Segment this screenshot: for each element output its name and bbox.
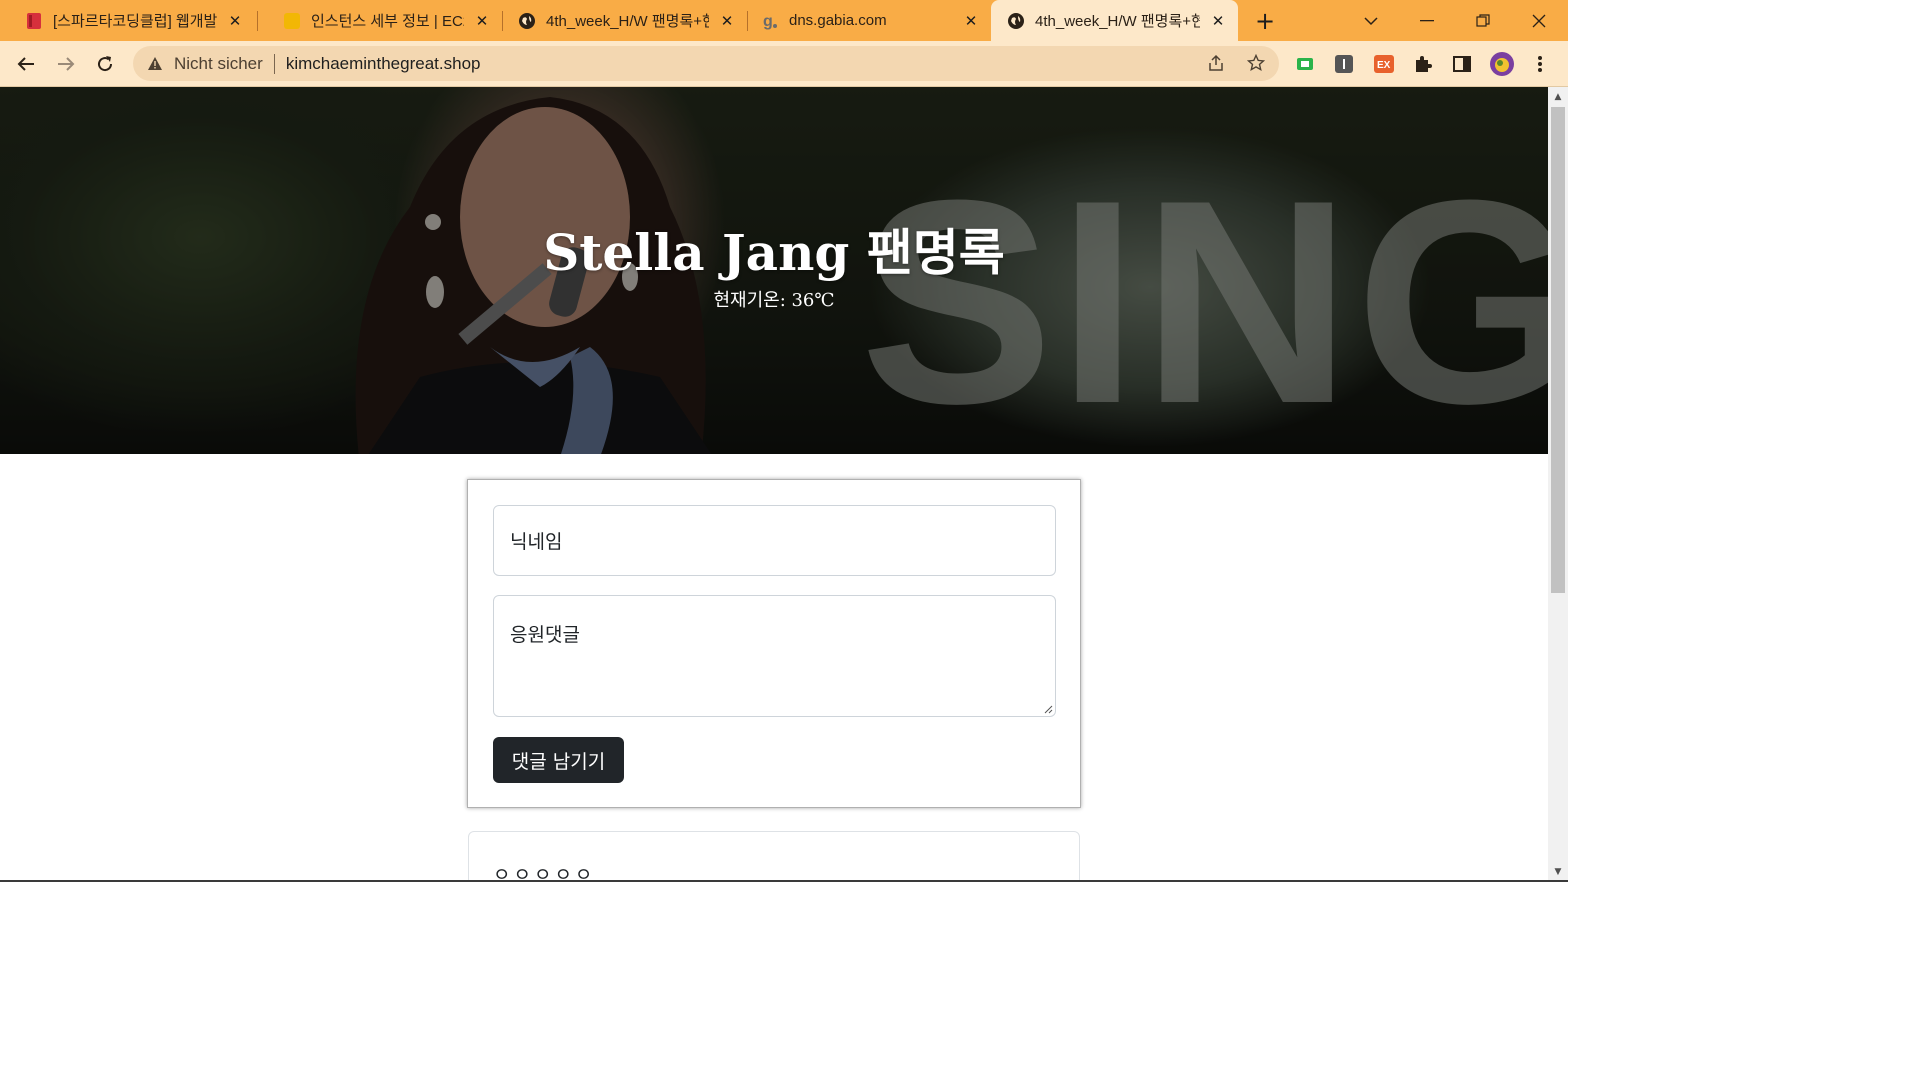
- extension-ex-icon[interactable]: EX: [1371, 51, 1397, 77]
- comment-textarea[interactable]: 응원댓글: [493, 595, 1056, 717]
- tab-title: [스파르타코딩클럽] 웹개발: [53, 13, 217, 30]
- close-icon[interactable]: ✕: [959, 9, 983, 33]
- tab-fanbook-1[interactable]: 4th_week_H/W 팬명록+현 ✕: [493, 0, 747, 41]
- close-icon[interactable]: ✕: [1206, 9, 1230, 33]
- address-bar[interactable]: Nicht sicher kimchaeminthegreat.shop: [133, 46, 1279, 81]
- scroll-down-icon[interactable]: ▼: [1548, 864, 1568, 880]
- bookmark-star-icon[interactable]: [1243, 50, 1269, 76]
- profile-avatar[interactable]: [1489, 51, 1515, 77]
- globe-icon: [1007, 12, 1025, 30]
- side-panel-icon[interactable]: [1449, 51, 1475, 77]
- forward-icon[interactable]: [51, 49, 81, 79]
- comment-placeholder: 응원댓글: [510, 624, 580, 646]
- globe-icon: [518, 12, 536, 30]
- hero-banner: SING Stella Jang 팬명록 현재기온: 36℃: [0, 87, 1548, 454]
- extensions-puzzle-icon[interactable]: [1410, 51, 1436, 77]
- tab-search-icon[interactable]: [1346, 0, 1396, 41]
- comment-author: ㅇㅇㅇㅇㅇ: [493, 864, 596, 882]
- aws-icon: [283, 12, 301, 30]
- temperature-text: 현재기온: 36℃: [713, 290, 835, 311]
- minimize-button[interactable]: [1402, 0, 1452, 41]
- close-window-button[interactable]: [1514, 0, 1564, 41]
- vertical-scrollbar[interactable]: ▲ ▼: [1548, 87, 1568, 882]
- nickname-input[interactable]: 닉네임: [493, 505, 1056, 576]
- url-text[interactable]: kimchaeminthegreat.shop: [286, 54, 481, 74]
- close-icon[interactable]: ✕: [470, 9, 494, 33]
- svg-text:EX: EX: [1377, 60, 1391, 71]
- scrollbar-thumb[interactable]: [1551, 107, 1565, 593]
- tab-title: 4th_week_H/W 팬명록+현: [546, 13, 709, 30]
- menu-kebab-icon[interactable]: [1527, 51, 1553, 77]
- browser-toolbar: Nicht sicher kimchaeminthegreat.shop EX: [0, 41, 1568, 87]
- share-icon[interactable]: [1203, 50, 1229, 76]
- tab-title: 인스턴스 세부 정보 | EC2: [311, 13, 464, 30]
- taskbar-edge: [0, 880, 1568, 882]
- new-tab-button[interactable]: +: [1251, 7, 1279, 35]
- submit-comment-button[interactable]: 댓글 남기기: [493, 737, 624, 783]
- comment-form: 닉네임 응원댓글 댓글 남기기: [467, 479, 1081, 808]
- restore-button[interactable]: [1458, 0, 1508, 41]
- gabia-icon: g: [761, 12, 779, 30]
- tab-title: dns.gabia.com: [789, 12, 887, 29]
- scroll-up-icon[interactable]: ▲: [1548, 89, 1568, 105]
- tab-gabia[interactable]: g dns.gabia.com ✕: [736, 0, 991, 41]
- page-title: Stella Jang 팬명록: [543, 223, 1005, 282]
- tab-title: 4th_week_H/W 팬명록+현: [1035, 13, 1200, 30]
- security-label[interactable]: Nicht sicher: [174, 54, 263, 74]
- svg-text:g: g: [763, 13, 773, 30]
- omnibox-divider: [273, 53, 275, 74]
- tab-strip: [스파르타코딩클럽] 웹개발 ✕ 인스턴스 세부 정보 | EC2 ✕ 4th_…: [0, 0, 1568, 41]
- back-icon[interactable]: [11, 49, 41, 79]
- tab-fanbook-active[interactable]: 4th_week_H/W 팬명록+현 ✕: [991, 0, 1238, 41]
- resize-handle-icon[interactable]: [1043, 704, 1053, 714]
- tab-ec2[interactable]: 인스턴스 세부 정보 | EC2 ✕: [258, 0, 502, 41]
- close-icon[interactable]: ✕: [223, 9, 247, 33]
- page-viewport: SING Stella Jang 팬명록 현재기온: 36℃ 닉네임 응원댓글 …: [0, 87, 1548, 882]
- book-icon: [25, 12, 43, 30]
- comment-card: ㅇㅇㅇㅇㅇ: [468, 831, 1080, 882]
- tab-spartacoding[interactable]: [스파르타코딩클럽] 웹개발 ✕: [0, 0, 255, 41]
- reload-icon[interactable]: [90, 49, 120, 79]
- warning-icon[interactable]: [147, 56, 163, 72]
- extension-green-icon[interactable]: [1292, 51, 1318, 77]
- nickname-placeholder: 닉네임: [510, 531, 563, 553]
- extension-i-icon[interactable]: [1331, 51, 1357, 77]
